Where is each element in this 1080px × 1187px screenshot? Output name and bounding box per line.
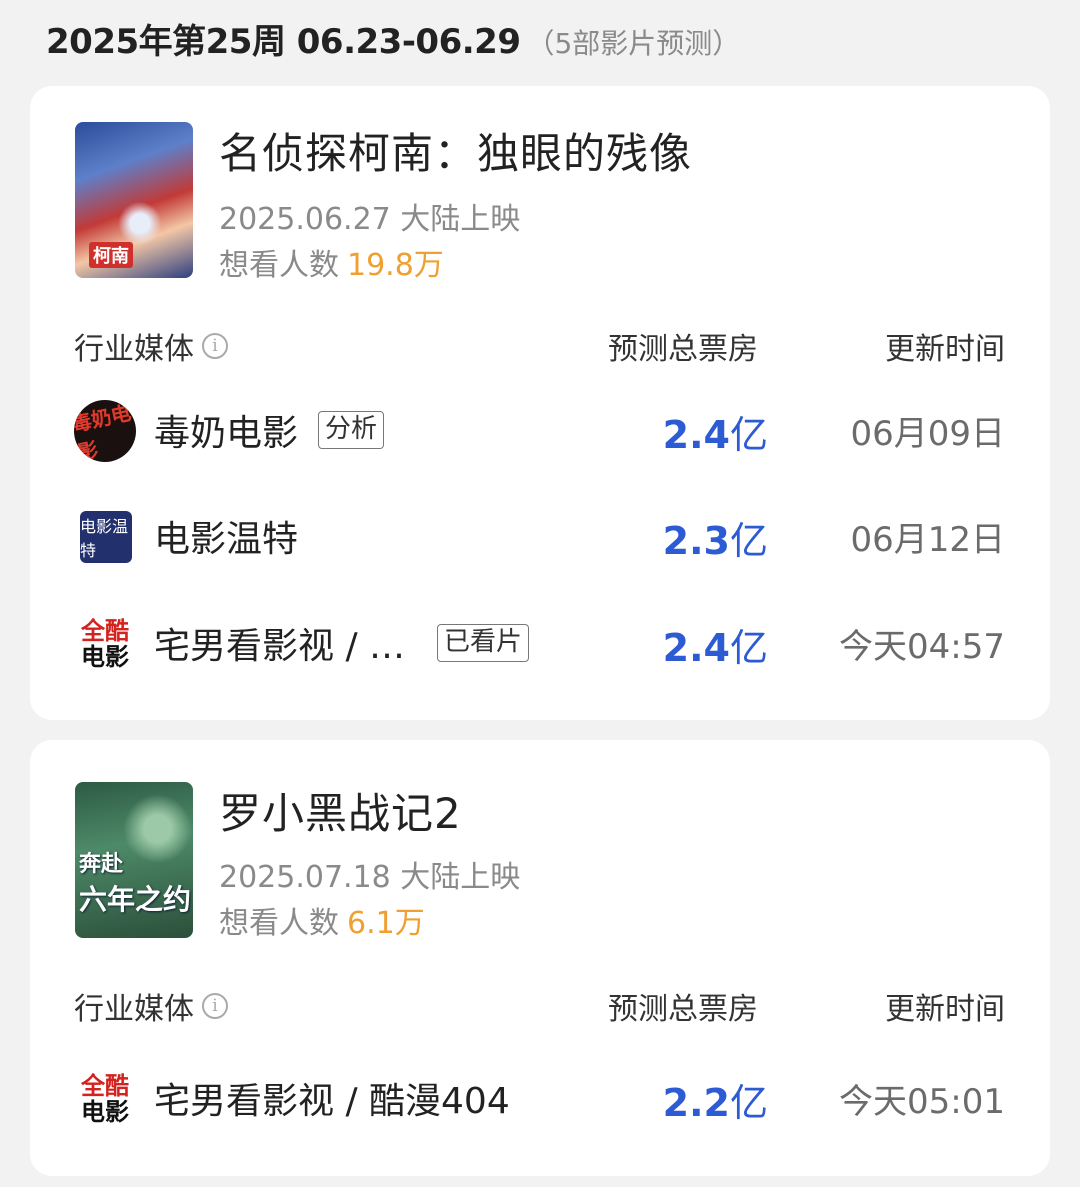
column-header-media: 行业媒体 i [74, 984, 228, 1028]
box-office-value: 2.2 [662, 1081, 730, 1125]
update-time: 06月09日 [850, 414, 1005, 454]
want-to-see: 想看人数 6.1万 [219, 898, 425, 942]
want-to-see: 想看人数 19.8万 [219, 240, 444, 284]
update-time: 06月12日 [850, 520, 1005, 560]
release-date: 2025.07.18 大陆上映 [219, 860, 521, 895]
prediction-row[interactable]: 全酷 电影 宅男看影视 / … 已看片 2.4亿 今天04:57 [30, 597, 1050, 677]
week-title: 2025年第25周 06.23-06.29 [46, 22, 521, 62]
movie-card[interactable]: 柯南 名侦探柯南：独眼的残像 2025.06.27 大陆上映 想看人数 19.8万… [30, 86, 1050, 720]
box-office-value: 2.4 [662, 626, 730, 670]
dunai-movie-logo-icon: 毒奶电影 [68, 394, 142, 468]
movie-poster[interactable]: 柯南 [75, 122, 193, 278]
week-movie-count: （5部影片预测） [526, 27, 741, 60]
media-name[interactable]: 宅男看影视 / … [154, 617, 405, 669]
box-office-unit: 亿 [729, 519, 768, 563]
want-count: 6.1万 [347, 906, 425, 941]
movie-title[interactable]: 名侦探柯南：独眼的残像 [219, 120, 692, 181]
column-media-label: 行业媒体 [74, 332, 194, 367]
logo-text-top: 全酷 [81, 1072, 129, 1100]
media-name[interactable]: 宅男看影视 / 酷漫404 [154, 1072, 510, 1124]
movie-wente-logo-icon: 电影温特 [80, 511, 132, 563]
movie-title[interactable]: 罗小黑战记2 [219, 780, 462, 841]
info-icon[interactable]: i [202, 333, 228, 359]
logo-text-bottom: 电影 [81, 1098, 129, 1126]
poster-title-text: 柯南 [89, 242, 133, 268]
want-label: 想看人数 [219, 906, 339, 941]
update-time: 今天05:01 [839, 1082, 1005, 1122]
prediction-row[interactable]: 毒奶电影 毒奶电影 分析 2.4亿 06月09日 [30, 384, 1050, 468]
predicted-box-office: 2.2亿 [663, 1072, 768, 1127]
column-header-update-time: 更新时间 [885, 992, 1005, 1027]
predicted-box-office: 2.4亿 [663, 617, 768, 672]
box-office-value: 2.4 [662, 413, 730, 457]
update-time: 今天04:57 [839, 627, 1005, 667]
logo-text-bottom: 电影 [81, 643, 129, 671]
card-divider [0, 721, 1080, 739]
want-count: 19.8万 [347, 248, 444, 283]
poster-title-text: 奔赴 六年之约 [79, 846, 191, 918]
predicted-box-office: 2.4亿 [663, 404, 768, 459]
movie-card[interactable]: 奔赴 六年之约 罗小黑战记2 2025.07.18 大陆上映 想看人数 6.1万 … [30, 740, 1050, 1176]
box-office-unit: 亿 [729, 1081, 768, 1125]
box-office-unit: 亿 [729, 626, 768, 670]
week-header: 2025年第25周 06.23-06.29 （5部影片预测） [46, 14, 740, 64]
kumang-movie-logo-icon: 全酷 电影 [74, 1068, 136, 1130]
box-office-unit: 亿 [729, 413, 768, 457]
logo-text: 电影温特 [80, 517, 129, 560]
poster-line-2: 六年之约 [79, 883, 192, 916]
media-name[interactable]: 电影温特 [154, 510, 298, 562]
media-name[interactable]: 毒奶电影 [154, 404, 298, 456]
analysis-tag[interactable]: 分析 [318, 411, 385, 449]
column-header-media: 行业媒体 i [74, 324, 228, 368]
logo-text: 毒奶电影 [69, 400, 134, 465]
column-header-box-office: 预测总票房 [608, 992, 758, 1027]
prediction-row[interactable]: 电影温特 电影温特 2.3亿 06月12日 [30, 490, 1050, 570]
info-icon[interactable]: i [202, 993, 228, 1019]
logo-text-top: 全酷 [81, 617, 129, 645]
box-office-value: 2.3 [662, 519, 730, 563]
kumang-movie-logo-icon: 全酷 电影 [74, 613, 136, 675]
release-date: 2025.06.27 大陆上映 [219, 202, 521, 237]
column-header-box-office: 预测总票房 [608, 332, 758, 367]
watched-tag[interactable]: 已看片 [437, 624, 530, 662]
predicted-box-office: 2.3亿 [663, 510, 768, 565]
movie-poster[interactable]: 奔赴 六年之约 [75, 782, 193, 938]
want-label: 想看人数 [219, 248, 339, 283]
column-header-update-time: 更新时间 [885, 332, 1005, 367]
poster-line-1: 奔赴 [79, 851, 124, 877]
prediction-row[interactable]: 全酷 电影 宅男看影视 / 酷漫404 2.2亿 今天05:01 [30, 1052, 1050, 1132]
column-media-label: 行业媒体 [74, 992, 194, 1027]
